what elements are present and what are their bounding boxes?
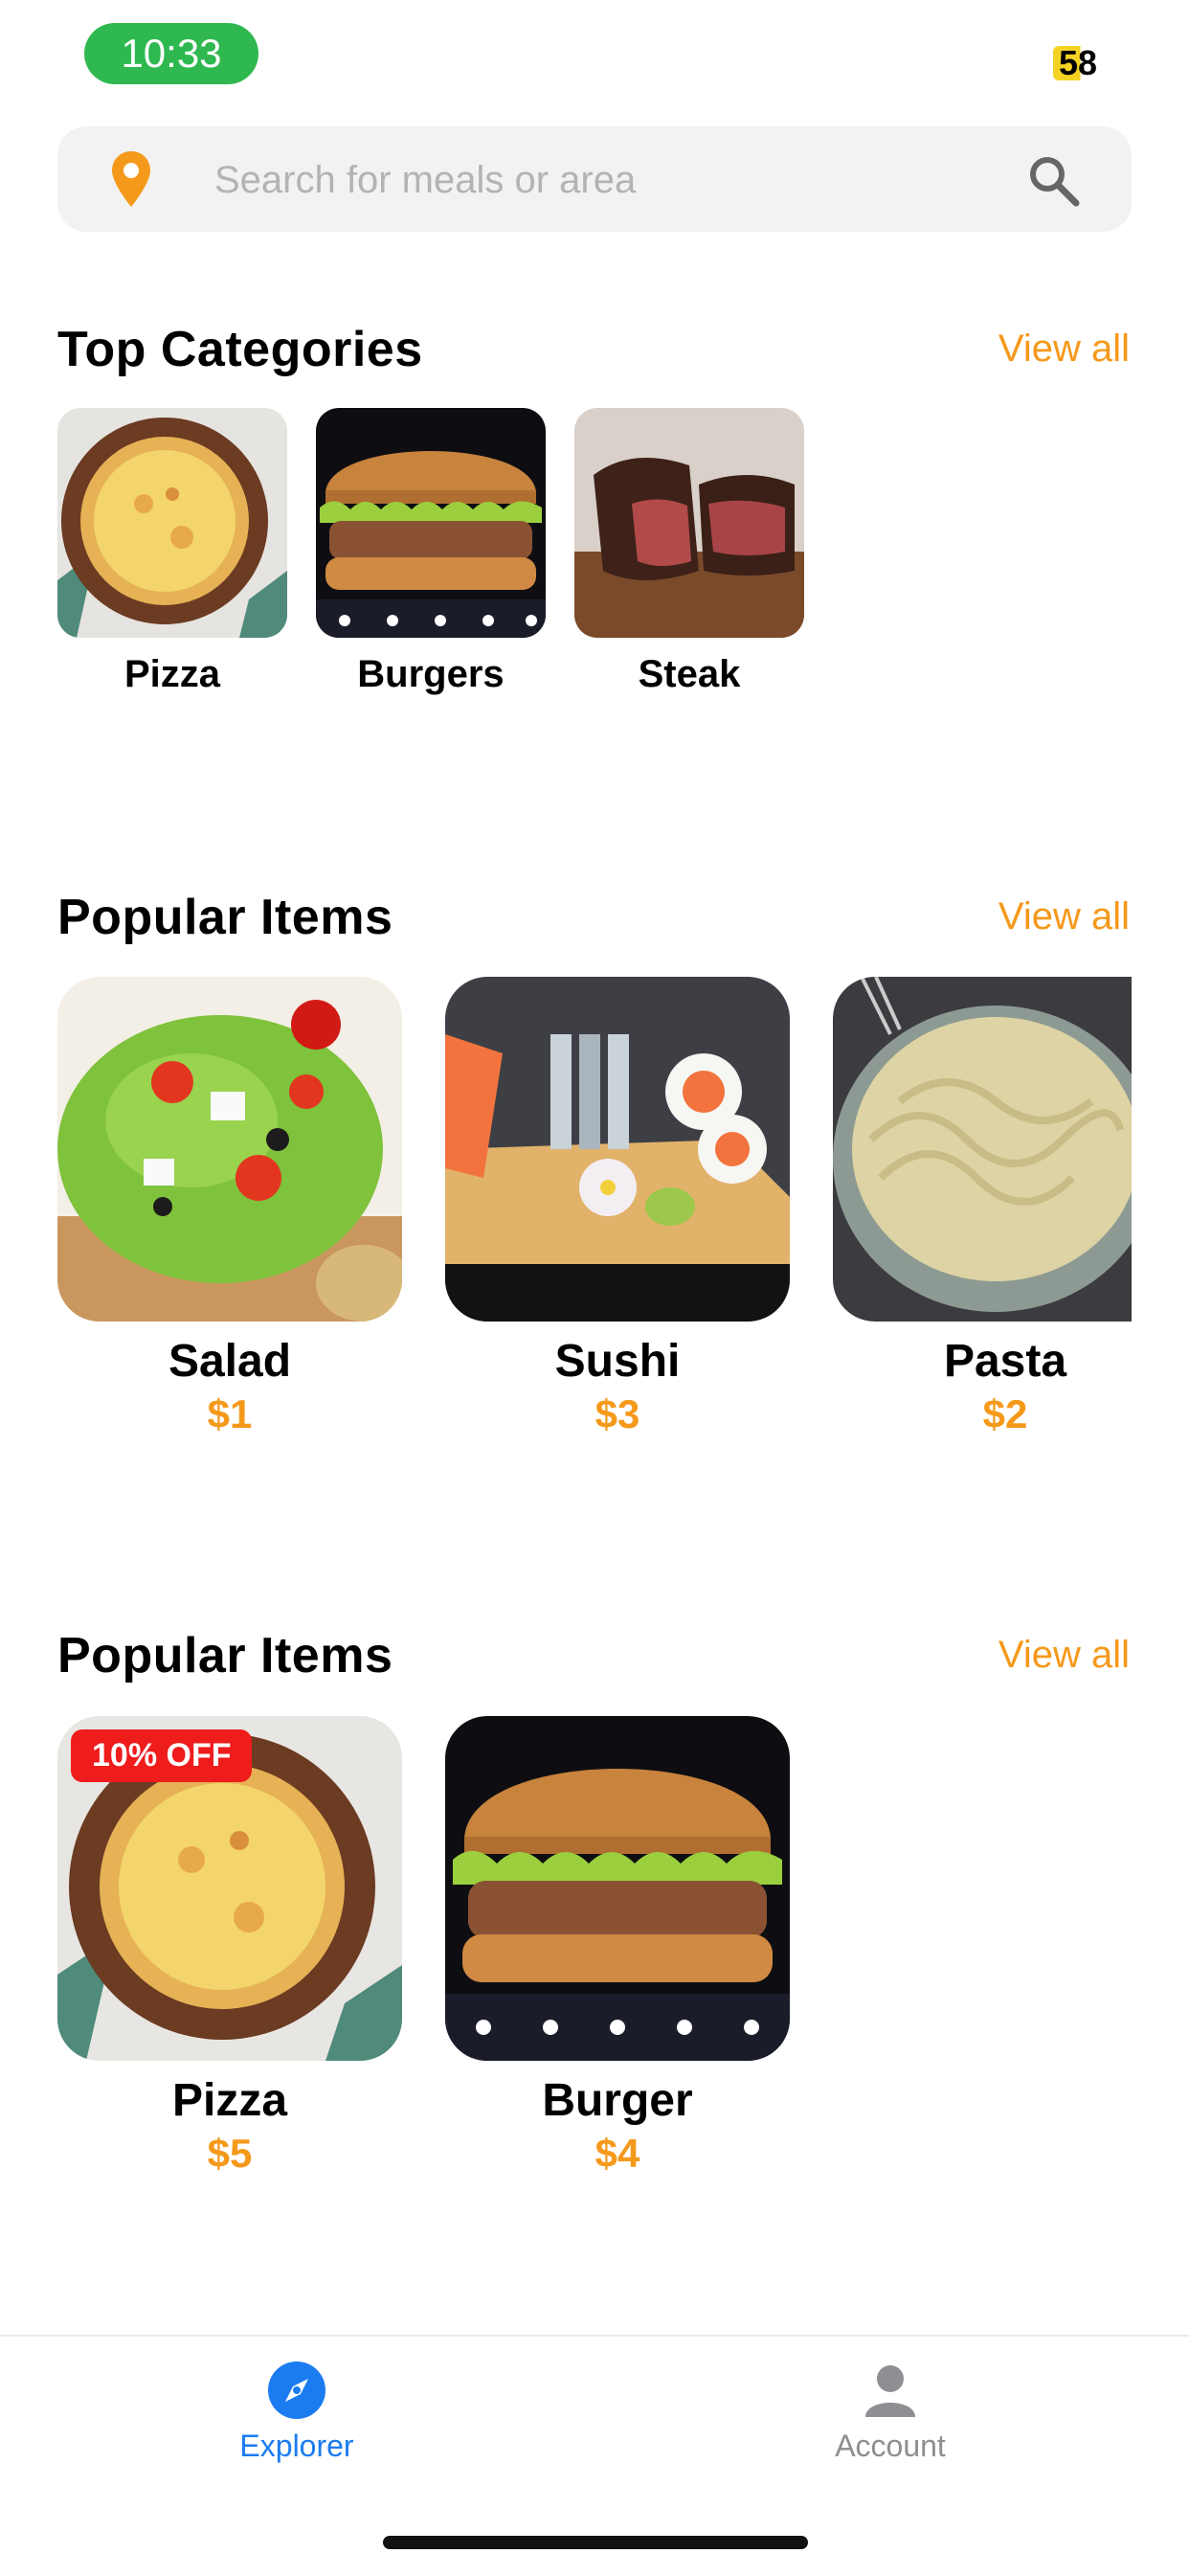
status-time: 10:33 — [84, 23, 258, 84]
tab-account[interactable]: Account — [775, 2360, 1005, 2464]
category-card-pizza[interactable]: Pizza — [57, 408, 287, 696]
popular-item-salad[interactable]: Salad $1 — [57, 977, 402, 1437]
popular-item-sushi[interactable]: Sushi $3 — [445, 977, 790, 1437]
tab-label: Account — [835, 2429, 946, 2463]
popular-item-pizza[interactable]: 10% OFF Pizza $5 — [57, 1716, 402, 2177]
item-name: Burger — [542, 2075, 693, 2126]
home-indicator[interactable] — [383, 2536, 808, 2549]
category-card-burgers[interactable]: Burgers — [316, 408, 546, 696]
pizza-image — [57, 408, 287, 638]
sushi-image — [445, 977, 790, 1322]
tab-explorer[interactable]: Explorer — [182, 2360, 412, 2464]
popular-items-title: Popular Items — [57, 890, 393, 945]
burger-image — [445, 1716, 790, 2061]
battery-level: 58 — [1053, 46, 1104, 80]
item-price: $4 — [594, 2131, 640, 2176]
popular-items-2-view-all-link[interactable]: View all — [998, 1634, 1130, 1677]
compass-icon — [268, 2361, 325, 2419]
item-price: $2 — [982, 1391, 1028, 1436]
pizza-image: 10% OFF — [57, 1716, 402, 2061]
item-name: Pasta — [943, 1336, 1067, 1387]
category-label: Steak — [638, 653, 741, 695]
top-categories-title: Top Categories — [57, 322, 423, 377]
category-card-steak[interactable]: Steak — [574, 408, 804, 696]
top-categories-view-all-link[interactable]: View all — [998, 328, 1130, 371]
salad-image — [57, 977, 402, 1322]
discount-badge: 10% OFF — [71, 1729, 253, 1782]
search-icon[interactable] — [1024, 151, 1082, 209]
location-pin-icon[interactable] — [109, 149, 153, 209]
category-label: Pizza — [123, 653, 221, 695]
item-name: Salad — [168, 1336, 292, 1387]
search-bar[interactable] — [57, 126, 1132, 232]
steak-image — [574, 408, 804, 638]
person-icon — [865, 2365, 915, 2417]
burger-image — [316, 408, 546, 638]
search-input[interactable] — [213, 146, 1030, 215]
pasta-image — [833, 977, 1132, 1322]
item-price: $3 — [594, 1391, 640, 1436]
category-label: Burgers — [357, 653, 505, 695]
popular-items-view-all-link[interactable]: View all — [998, 895, 1130, 938]
popular-item-pasta[interactable]: Pasta $2 — [833, 977, 1178, 1437]
popular-items-title-2: Popular Items — [57, 1628, 393, 1683]
item-name: Pizza — [171, 2075, 288, 2126]
popular-item-burger[interactable]: Burger $4 — [445, 1716, 790, 2177]
item-price: $1 — [207, 1391, 253, 1436]
item-name: Sushi — [554, 1336, 681, 1387]
tab-label: Explorer — [239, 2429, 354, 2463]
item-price: $5 — [207, 2131, 253, 2176]
